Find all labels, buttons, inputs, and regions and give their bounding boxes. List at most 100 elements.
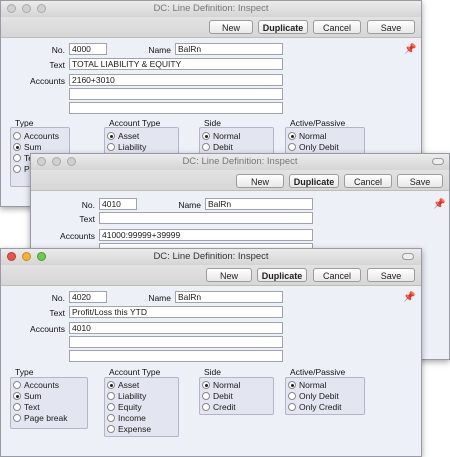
- close-window-button[interactable]: [7, 4, 16, 13]
- zoom-window-button[interactable]: [67, 157, 76, 166]
- active-passive-option-only-debit[interactable]: Only Debit: [288, 391, 339, 401]
- window-title: DC: Line Definition: Inspect: [182, 156, 298, 167]
- new-button[interactable]: New: [206, 268, 252, 282]
- account-type-option-equity[interactable]: Equity: [107, 402, 142, 412]
- radio-selected-icon: [13, 143, 21, 151]
- type-option-page-break[interactable]: Page break: [13, 413, 67, 423]
- minimize-window-button[interactable]: [22, 252, 31, 261]
- no-field[interactable]: 4020: [69, 291, 107, 303]
- text-label: Text: [79, 214, 95, 224]
- side-option-debit[interactable]: Debit: [202, 391, 233, 401]
- save-button[interactable]: Save: [367, 20, 415, 34]
- accounts-field-line-2[interactable]: [69, 88, 283, 100]
- active-passive-group-title: Active/Passive: [290, 367, 346, 377]
- text-label: Text: [49, 308, 65, 318]
- radio-icon: [202, 392, 210, 400]
- radio-icon: [13, 154, 21, 162]
- pushpin-icon[interactable]: 📌: [403, 292, 415, 303]
- toolbar-toggle-button[interactable]: [432, 158, 444, 165]
- radio-selected-icon: [288, 132, 296, 140]
- radio-selected-icon: [107, 132, 115, 140]
- account-type-option-income[interactable]: Income: [107, 413, 146, 423]
- duplicate-button[interactable]: Duplicate: [289, 174, 339, 188]
- text-field[interactable]: TOTAL LIABILITY & EQUITY: [69, 58, 283, 70]
- accounts-field-line-3[interactable]: [69, 102, 283, 114]
- type-option-accounts[interactable]: Accounts: [13, 131, 59, 141]
- radio-icon: [107, 392, 115, 400]
- close-window-button[interactable]: [7, 252, 16, 261]
- zoom-window-button[interactable]: [37, 4, 46, 13]
- title-bar: DC: Line Definition: Inspect: [31, 154, 449, 170]
- name-field[interactable]: BalRn: [205, 198, 313, 210]
- side-option-credit[interactable]: Credit: [202, 402, 236, 412]
- duplicate-button[interactable]: Duplicate: [257, 268, 307, 282]
- radio-icon: [288, 143, 296, 151]
- name-field[interactable]: BalRn: [175, 43, 283, 55]
- side-option-debit[interactable]: Debit: [202, 142, 233, 152]
- no-field[interactable]: 4010: [99, 198, 137, 210]
- name-field[interactable]: BalRn: [175, 291, 283, 303]
- radio-icon: [13, 165, 21, 173]
- type-option-accounts[interactable]: Accounts: [13, 380, 59, 390]
- new-button[interactable]: New: [209, 20, 253, 34]
- type-option-text[interactable]: Text: [13, 402, 40, 412]
- minimize-window-button[interactable]: [52, 157, 61, 166]
- cancel-button[interactable]: Cancel: [313, 20, 361, 34]
- no-label: No.: [81, 200, 95, 210]
- zoom-window-button[interactable]: [37, 252, 46, 261]
- active-passive-option-only-credit[interactable]: Only Credit: [288, 402, 342, 412]
- account-type-option-liability[interactable]: Liability: [107, 142, 146, 152]
- title-bar: DC: Line Definition: Inspect: [1, 249, 421, 265]
- radio-icon: [107, 425, 115, 433]
- type-option-sum[interactable]: Sum: [13, 142, 41, 152]
- no-field[interactable]: 4000: [69, 43, 107, 55]
- accounts-field-line-3[interactable]: [69, 350, 283, 362]
- new-button[interactable]: New: [236, 174, 284, 188]
- name-label: Name: [178, 200, 201, 210]
- save-button[interactable]: Save: [367, 268, 415, 282]
- active-passive-option-normal[interactable]: Normal: [288, 131, 326, 141]
- close-window-button[interactable]: [37, 157, 46, 166]
- accounts-field-line-2[interactable]: [69, 336, 283, 348]
- text-field[interactable]: [99, 212, 313, 224]
- account-type-option-asset[interactable]: Asset: [107, 131, 139, 141]
- cancel-button[interactable]: Cancel: [344, 174, 392, 188]
- radio-icon: [13, 381, 21, 389]
- radio-icon: [13, 132, 21, 140]
- save-button[interactable]: Save: [397, 174, 443, 188]
- name-label: Name: [148, 293, 171, 303]
- accounts-field[interactable]: 2160+3010: [69, 74, 283, 86]
- minimize-window-button[interactable]: [22, 4, 31, 13]
- side-option-normal[interactable]: Normal: [202, 380, 240, 390]
- no-label: No.: [51, 293, 65, 303]
- radio-icon: [288, 403, 296, 411]
- radio-icon: [202, 143, 210, 151]
- pushpin-icon[interactable]: 📌: [404, 44, 416, 55]
- active-passive-option-normal[interactable]: Normal: [288, 380, 326, 390]
- radio-selected-icon: [107, 381, 115, 389]
- radio-icon: [107, 403, 115, 411]
- type-option-sum[interactable]: Sum: [13, 391, 41, 401]
- text-label: Text: [49, 60, 65, 70]
- duplicate-button[interactable]: Duplicate: [258, 20, 308, 34]
- account-type-option-expense[interactable]: Expense: [107, 424, 151, 434]
- toolbar-toggle-button[interactable]: [402, 253, 414, 260]
- accounts-field[interactable]: 4010: [69, 322, 283, 334]
- account-type-option-liability[interactable]: Liability: [107, 391, 146, 401]
- accounts-field[interactable]: 41000:99999+39999: [99, 229, 313, 241]
- radio-selected-icon: [288, 381, 296, 389]
- cancel-button[interactable]: Cancel: [313, 268, 361, 282]
- account-type-option-asset[interactable]: Asset: [107, 380, 139, 390]
- radio-icon: [202, 403, 210, 411]
- active-passive-option-only-debit[interactable]: Only Debit: [288, 142, 339, 152]
- pushpin-icon[interactable]: 📌: [433, 199, 445, 210]
- accounts-label: Accounts: [30, 76, 65, 86]
- side-group-title: Side: [204, 367, 222, 377]
- title-bar: DC: Line Definition: Inspect: [1, 1, 421, 17]
- side-option-normal[interactable]: Normal: [202, 131, 240, 141]
- radio-icon: [107, 143, 115, 151]
- radio-icon: [107, 414, 115, 422]
- text-field[interactable]: Profit/Loss this YTD: [69, 306, 283, 318]
- radio-icon: [13, 414, 21, 422]
- window-title: DC: Line Definition: Inspect: [153, 3, 269, 14]
